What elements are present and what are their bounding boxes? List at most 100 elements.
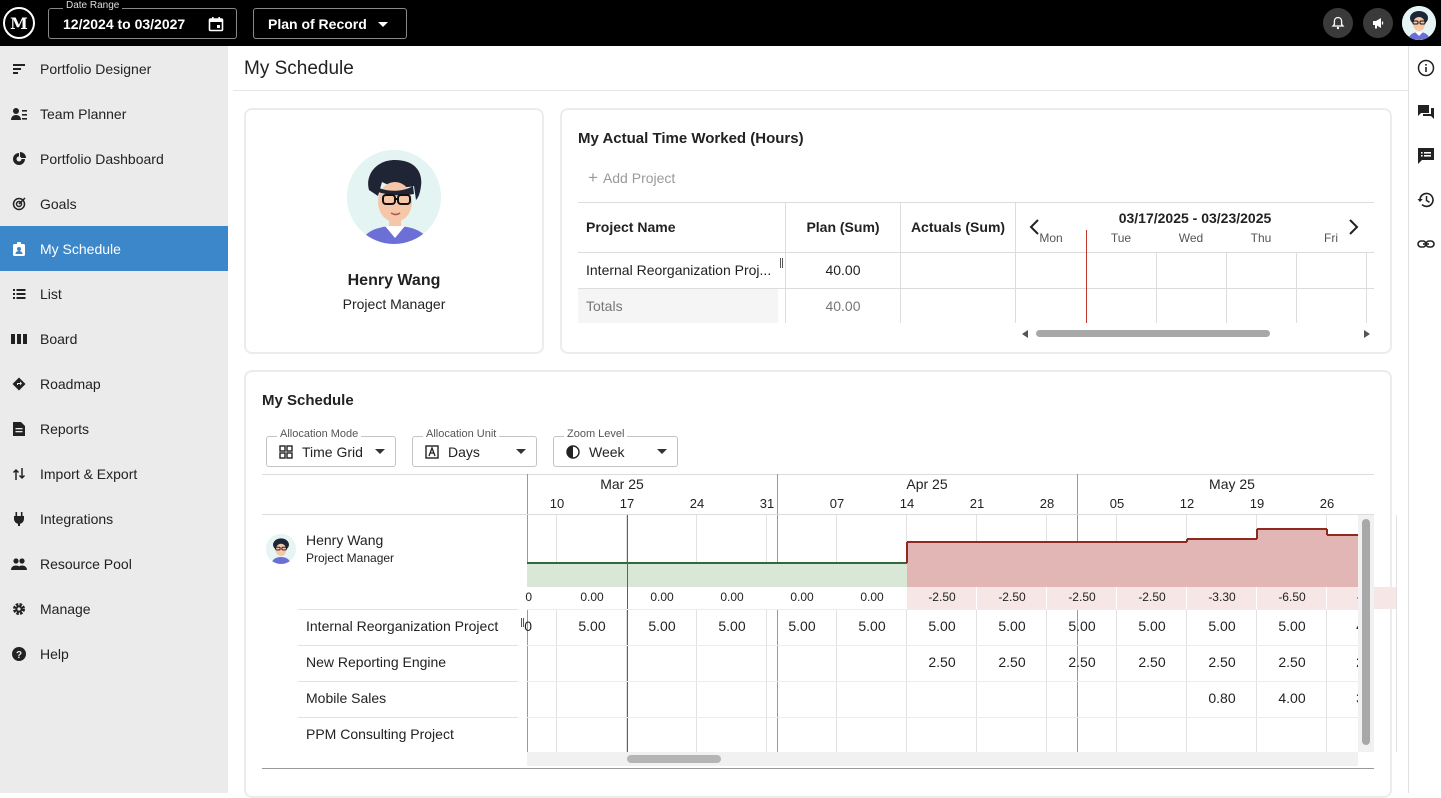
vertical-scrollbar[interactable] [1358,515,1374,752]
scroll-thumb[interactable] [1362,519,1370,745]
notifications-button[interactable] [1323,8,1353,38]
allocation-cell[interactable]: 5.00 [1047,618,1117,634]
variance-value: 0.00 [790,590,814,604]
horizontal-scrollbar[interactable] [527,752,1358,766]
week-label: 17 [619,496,635,511]
allocation-cell[interactable]: 0.80 [1187,690,1257,706]
col-plan-sum[interactable]: Plan (Sum) [786,202,900,252]
allocation-cell[interactable]: 2.50 [1187,654,1257,670]
week-label: 12 [1179,496,1195,511]
overallocation-bar [1117,542,1187,587]
project-row-name[interactable]: PPM Consulting Project [306,726,454,742]
horizontal-scrollbar[interactable] [1020,328,1372,340]
sidebar-item-roadmap[interactable]: Roadmap [0,361,228,406]
calendar-icon[interactable] [208,16,224,32]
project-row-name[interactable]: Internal Reorganization Project [306,618,498,634]
sidebar-item-portfolio-dashboard[interactable]: Portfolio Dashboard [0,136,228,181]
scroll-left-arrow[interactable] [1022,330,1028,338]
allocation-unit-label: Allocation Unit [423,428,500,440]
gear-icon [11,601,27,617]
allocation-unit-select[interactable]: Allocation Unit Days [412,428,537,467]
variance-value: 0.00 [720,590,744,604]
sidebar-item-import-export[interactable]: Import & Export [0,451,228,496]
page-title: My Schedule [244,58,354,79]
info-icon [1417,59,1435,77]
sidebar-item-board[interactable]: Board [0,316,228,361]
announcements-button[interactable] [1363,8,1393,38]
sidebar-item-resource-pool[interactable]: Resource Pool [0,541,228,586]
scroll-thumb[interactable] [627,755,721,763]
sidebar-item-label: List [40,285,62,302]
project-row-name[interactable]: New Reporting Engine [306,654,446,670]
feedback-icon [1418,148,1434,164]
allocation-cell[interactable]: 5.00 [1187,618,1257,634]
sidebar-item-reports[interactable]: Reports [0,406,228,451]
allocation-mode-select[interactable]: Allocation Mode Time Grid [266,428,396,467]
date-range-field[interactable]: Date Range 12/2024 to 03/2027 [48,0,237,39]
allocation-cell[interactable]: 2.50 [977,654,1047,670]
user-avatar[interactable] [1402,6,1436,40]
sidebar-item-integrations[interactable]: Integrations [0,496,228,541]
scroll-right-arrow[interactable] [1364,330,1370,338]
allocation-cell[interactable]: 2.50 [907,654,977,670]
app-logo[interactable]: M [3,7,35,39]
allocation-cell[interactable]: 2.50 [1257,654,1327,670]
week-label: 10 [549,496,565,511]
allocation-cell[interactable]: 2.50 [1047,654,1117,670]
col-project-name[interactable]: Project Name [586,202,675,252]
allocation-cell[interactable]: 5.00 [697,618,767,634]
allocation-cell[interactable]: 5.00 [977,618,1047,634]
overallocation-bar [977,542,1047,587]
allocation-cell[interactable]: 5.00 [907,618,977,634]
sidebar: Portfolio Designer Team Planner Portfoli… [0,46,228,793]
feedback-button[interactable] [1415,145,1437,167]
plug-icon [11,511,27,527]
zoom-level-select[interactable]: Zoom Level Week [553,428,678,467]
schedule-badge-icon [11,241,27,257]
add-project-label: Add Project [602,170,676,186]
sidebar-item-list[interactable]: List [0,271,228,316]
sidebar-item-help[interactable]: ? Help [0,631,228,676]
allocation-cell[interactable]: 5.00 [1117,618,1187,634]
sidebar-item-team-planner[interactable]: Team Planner [0,91,228,136]
chevron-down-icon [375,449,385,454]
plan-selector[interactable]: Plan of Record [253,8,407,39]
allocation-cell[interactable]: 5.00 [767,618,837,634]
allocation-cell[interactable]: 5.00 [837,618,907,634]
column-resize-handle[interactable] [780,258,783,268]
variance-value: 0 [525,590,532,604]
team-planner-icon [11,106,27,122]
link-button[interactable] [1415,233,1437,255]
allocation-cell[interactable]: 4.00 [1257,690,1327,706]
allocation-cell[interactable]: 0 [492,618,532,634]
variance-value: -2.50 [998,590,1026,604]
scroll-thumb[interactable] [1036,330,1270,337]
month-label: Apr 25 [906,476,948,492]
col-actuals-sum[interactable]: Actuals (Sum) [901,202,1015,252]
allocation-cell[interactable]: 2.50 [1117,654,1187,670]
sidebar-item-label: Integrations [40,510,114,527]
info-button[interactable] [1415,57,1437,79]
add-project-button[interactable]: + Add Project [588,168,676,187]
document-icon [11,421,27,437]
sidebar-item-manage[interactable]: Manage [0,586,228,631]
allocation-cell[interactable]: 5.00 [557,618,627,634]
sidebar-item-my-schedule[interactable]: My Schedule [0,226,228,271]
allocation-mode-label: Allocation Mode [277,428,362,440]
sidebar-item-goals[interactable]: Goals [0,181,228,226]
capacity-bar [527,563,557,587]
sidebar-item-portfolio-designer[interactable]: Portfolio Designer [0,46,228,91]
allocation-unit-value: Days [448,443,480,460]
variance-value: 0.00 [650,590,674,604]
comments-button[interactable] [1415,101,1437,123]
allocation-cell[interactable]: 5.00 [627,618,697,634]
plus-icon: + [588,168,598,187]
project-row-name[interactable]: Mobile Sales [306,690,386,706]
actuals-row-project[interactable]: Internal Reorganization Proj... [586,252,776,288]
right-toolbar [1408,46,1441,793]
allocation-cell[interactable]: 5.00 [1257,618,1327,634]
history-button[interactable] [1415,189,1437,211]
svg-text:?: ? [16,650,22,661]
chevron-down-icon [516,449,526,454]
person-name[interactable]: Henry Wang [306,532,383,548]
